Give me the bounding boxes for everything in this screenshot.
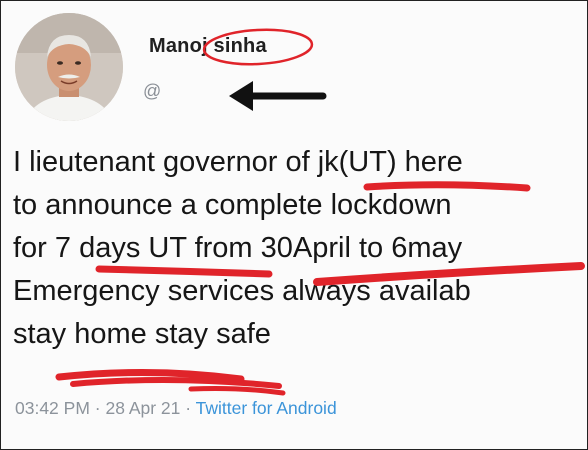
author-handle[interactable]: @ xyxy=(143,81,161,102)
tweet-meta: 03:42 PM · 28 Apr 21 · Twitter for Andro… xyxy=(15,398,337,419)
tweet-line: I lieutenant governor of jk(UT) here xyxy=(13,146,463,178)
tweet-line: for 7 days UT from 30April to 6may xyxy=(13,232,463,264)
underline-mark xyxy=(55,368,245,383)
avatar[interactable] xyxy=(15,13,123,121)
tweet-line: stay home stay safe xyxy=(13,318,271,350)
meta-separator: · xyxy=(89,398,106,418)
tweet-line: to announce a complete lockdown xyxy=(13,189,452,221)
profile-photo-icon xyxy=(15,13,123,121)
tweet-card: Manoj sinha @ I lieutenant governor of j… xyxy=(0,0,588,450)
tweet-body: I lieutenant governor of jk(UT) here to … xyxy=(13,141,588,356)
tweet-source-link[interactable]: Twitter for Android xyxy=(196,398,337,418)
author-name[interactable]: Manoj sinha xyxy=(149,35,267,58)
underline-mark xyxy=(70,376,282,389)
tweet-time: 03:42 PM xyxy=(15,398,90,418)
left-arrow-icon xyxy=(229,81,327,111)
underline-mark xyxy=(188,386,286,396)
tweet-date: 28 Apr 21 xyxy=(105,398,181,418)
tweet-line: Emergency services always availab xyxy=(13,275,471,307)
meta-separator: · xyxy=(180,398,196,418)
